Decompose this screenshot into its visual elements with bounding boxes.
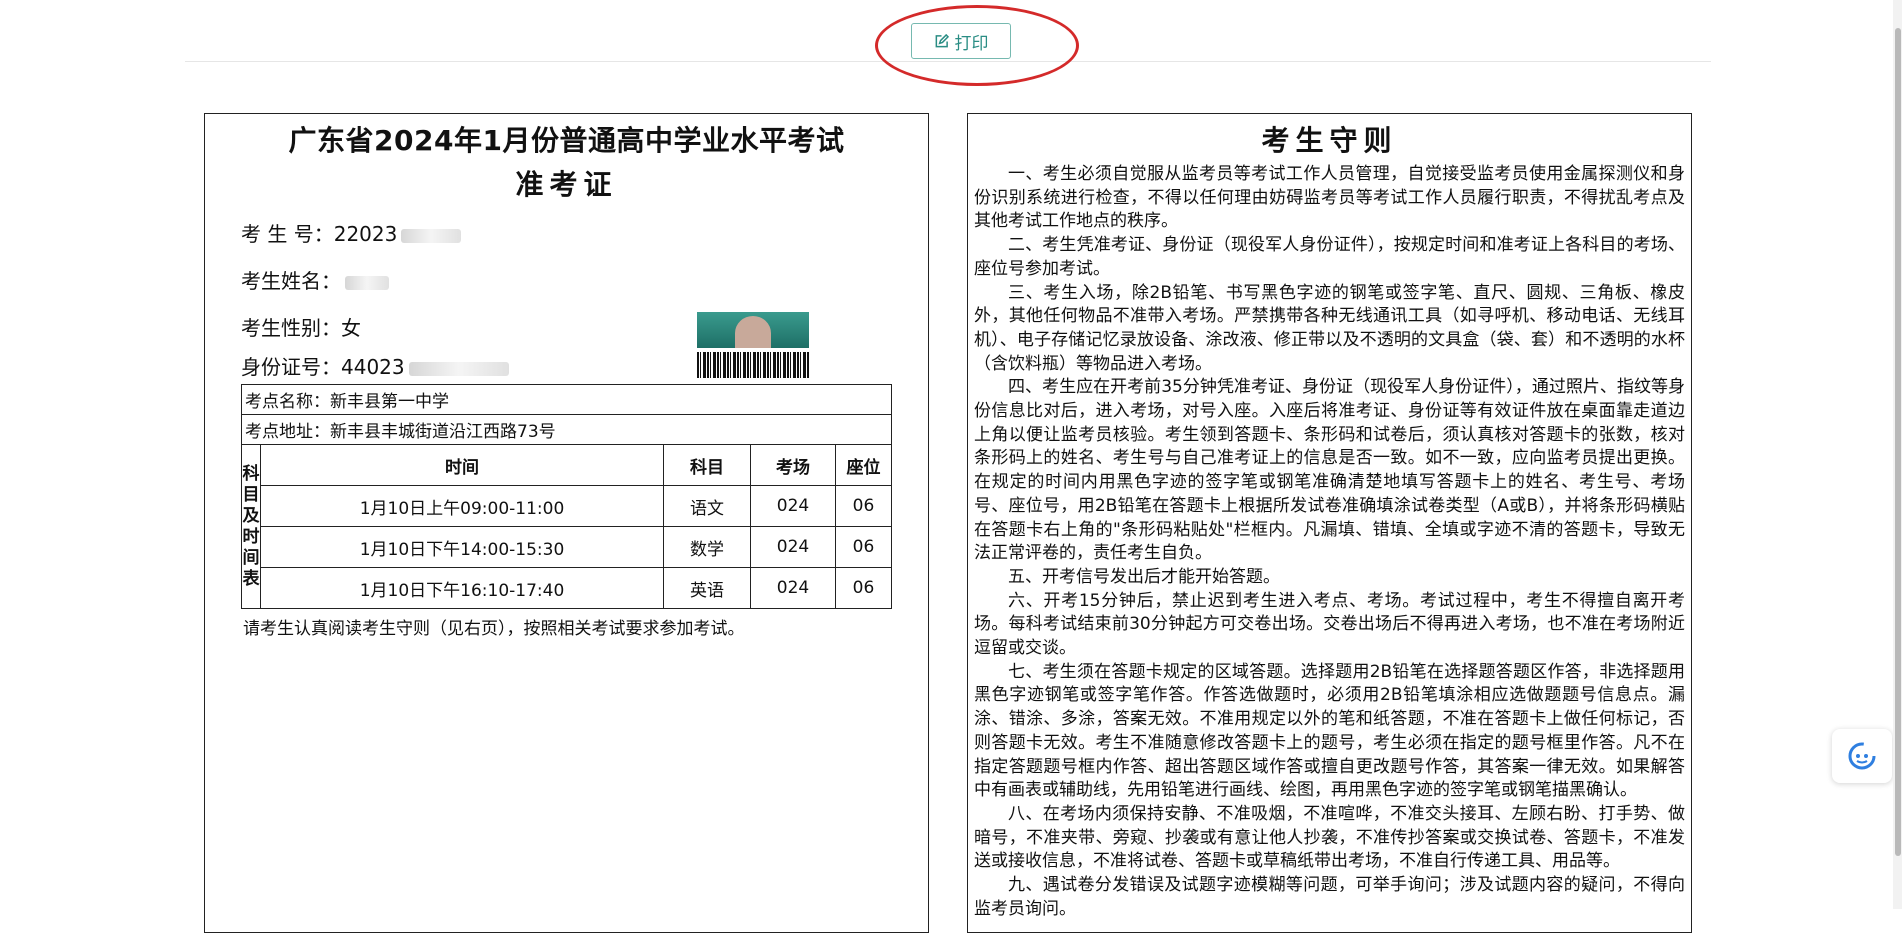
exam-number-label: 考 生 号： <box>241 222 334 246</box>
redacted-mask <box>401 228 462 243</box>
edit-icon <box>935 33 949 47</box>
rule-paragraph: 六、开考15分钟后，禁止迟到考生进入考点、考场。考试过程中，考生不得擅自离开考场… <box>974 590 1685 659</box>
site-name: 考点名称：新丰县第一中学 <box>241 384 892 415</box>
cell-subject: 英语 <box>663 567 751 609</box>
scrollbar-thumb[interactable] <box>1895 28 1901 856</box>
name-label: 考生姓名： <box>241 269 341 293</box>
exam-info-table: 考点名称：新丰县第一中学 考点地址：新丰县丰城街道沿江西路73号 科目及时间表 … <box>241 384 892 609</box>
table-row: 1月10日上午09:00-11:00 语文 024 06 <box>242 485 892 527</box>
toolbar-divider <box>185 61 1711 62</box>
cell-seat: 06 <box>835 485 892 527</box>
name-field: 考生姓名： <box>241 265 389 294</box>
cell-room: 024 <box>750 526 836 568</box>
cell-seat: 06 <box>835 526 892 568</box>
col-header-subject: 科目 <box>663 444 751 486</box>
ticket-title: 广东省2024年1月份普通高中学业水平考试 <box>288 124 845 157</box>
rule-paragraph: 四、考生应在开考前35分钟凭准考证、身份证（现役军人身份证件），通过照片、指纹等… <box>974 377 1685 564</box>
cell-time: 1月10日下午14:00-15:30 <box>260 526 664 568</box>
assistant-float-button[interactable] <box>1832 729 1892 783</box>
rule-paragraph: 二、考生凭准考证、身份证（现役军人身份证件），按规定时间和准考证上各科目的考场、… <box>974 235 1685 279</box>
table-row: 1月10日下午14:00-15:30 数学 024 06 <box>242 526 892 568</box>
barcode <box>697 352 809 378</box>
cell-seat: 06 <box>835 567 892 609</box>
schedule-label: 科目及时间表 <box>241 444 261 609</box>
table-row: 1月10日下午16:10-17:40 英语 024 06 <box>242 567 892 609</box>
id-number-value: 44023 <box>341 355 405 379</box>
exam-number-field: 考 生 号：22023 <box>241 218 462 247</box>
rule-paragraph: 九、遇试卷分发错误及试题字迹模糊等问题，可举手询问；涉及试题内容的疑问，不得向监… <box>974 875 1685 919</box>
print-button-label: 打印 <box>954 33 989 53</box>
print-button[interactable]: 打印 <box>911 23 1011 59</box>
redacted-mask <box>345 275 389 290</box>
exam-number-value: 22023 <box>333 222 398 246</box>
rules-title: 考生守则 <box>1261 124 1398 157</box>
ticket-note: 请考生认真阅读考生守则（见右页），按照相关考试要求参加考试。 <box>243 619 745 639</box>
site-address: 考点地址：新丰县丰城街道沿江西路73号 <box>241 414 892 445</box>
candidate-photo <box>697 312 809 348</box>
id-number-label: 身份证号： <box>241 355 341 379</box>
rule-paragraph: 三、考生入场，除2B铅笔、书写黑色字迹的钢笔或签字笔、直尺、圆规、三角板、橡皮外… <box>974 282 1685 374</box>
col-header-room: 考场 <box>750 444 836 486</box>
gender-field: 考生性别：女 <box>241 312 361 341</box>
gender-label: 考生性别： <box>241 316 341 340</box>
col-header-seat: 座位 <box>835 444 892 486</box>
cell-room: 024 <box>750 567 836 609</box>
rule-paragraph: 五、开考信号发出后才能开始答题。 <box>1008 566 1280 587</box>
rules-body: 一、考生必须自觉服从监考员等考试工作人员管理，自觉接受监考员使用金属探测仪和身份… <box>968 163 1691 922</box>
redacted-mask <box>408 361 509 376</box>
rule-paragraph: 七、考生须在答题卡规定的区域答题。选择题用2B铅笔在选择题答题区作答，非选择题用… <box>974 661 1685 801</box>
rule-paragraph: 一、考生必须自觉服从监考员等考试工作人员管理，自觉接受监考员使用金属探测仪和身份… <box>974 164 1685 232</box>
assistant-icon <box>1848 742 1876 770</box>
col-header-time: 时间 <box>260 444 664 486</box>
ticket-subtitle: 准考证 <box>515 168 618 201</box>
exam-rules: 考生守则 一、考生必须自觉服从监考员等考试工作人员管理，自觉接受监考员使用金属探… <box>967 113 1692 933</box>
cell-room: 024 <box>750 485 836 527</box>
cell-subject: 语文 <box>663 485 751 527</box>
rule-paragraph: 八、在考场内须保持安静、不准吸烟，不准喧哗，不准交头接耳、左顾右盼、打手势、做暗… <box>974 803 1685 872</box>
id-number-field: 身份证号：44023 <box>241 351 509 380</box>
gender-value: 女 <box>341 316 361 340</box>
admission-ticket: 广东省2024年1月份普通高中学业水平考试 准考证 考 生 号：22023 考生… <box>204 113 929 933</box>
cell-time: 1月10日上午09:00-11:00 <box>260 485 664 527</box>
cell-subject: 数学 <box>663 526 751 568</box>
cell-time: 1月10日下午16:10-17:40 <box>260 567 664 609</box>
